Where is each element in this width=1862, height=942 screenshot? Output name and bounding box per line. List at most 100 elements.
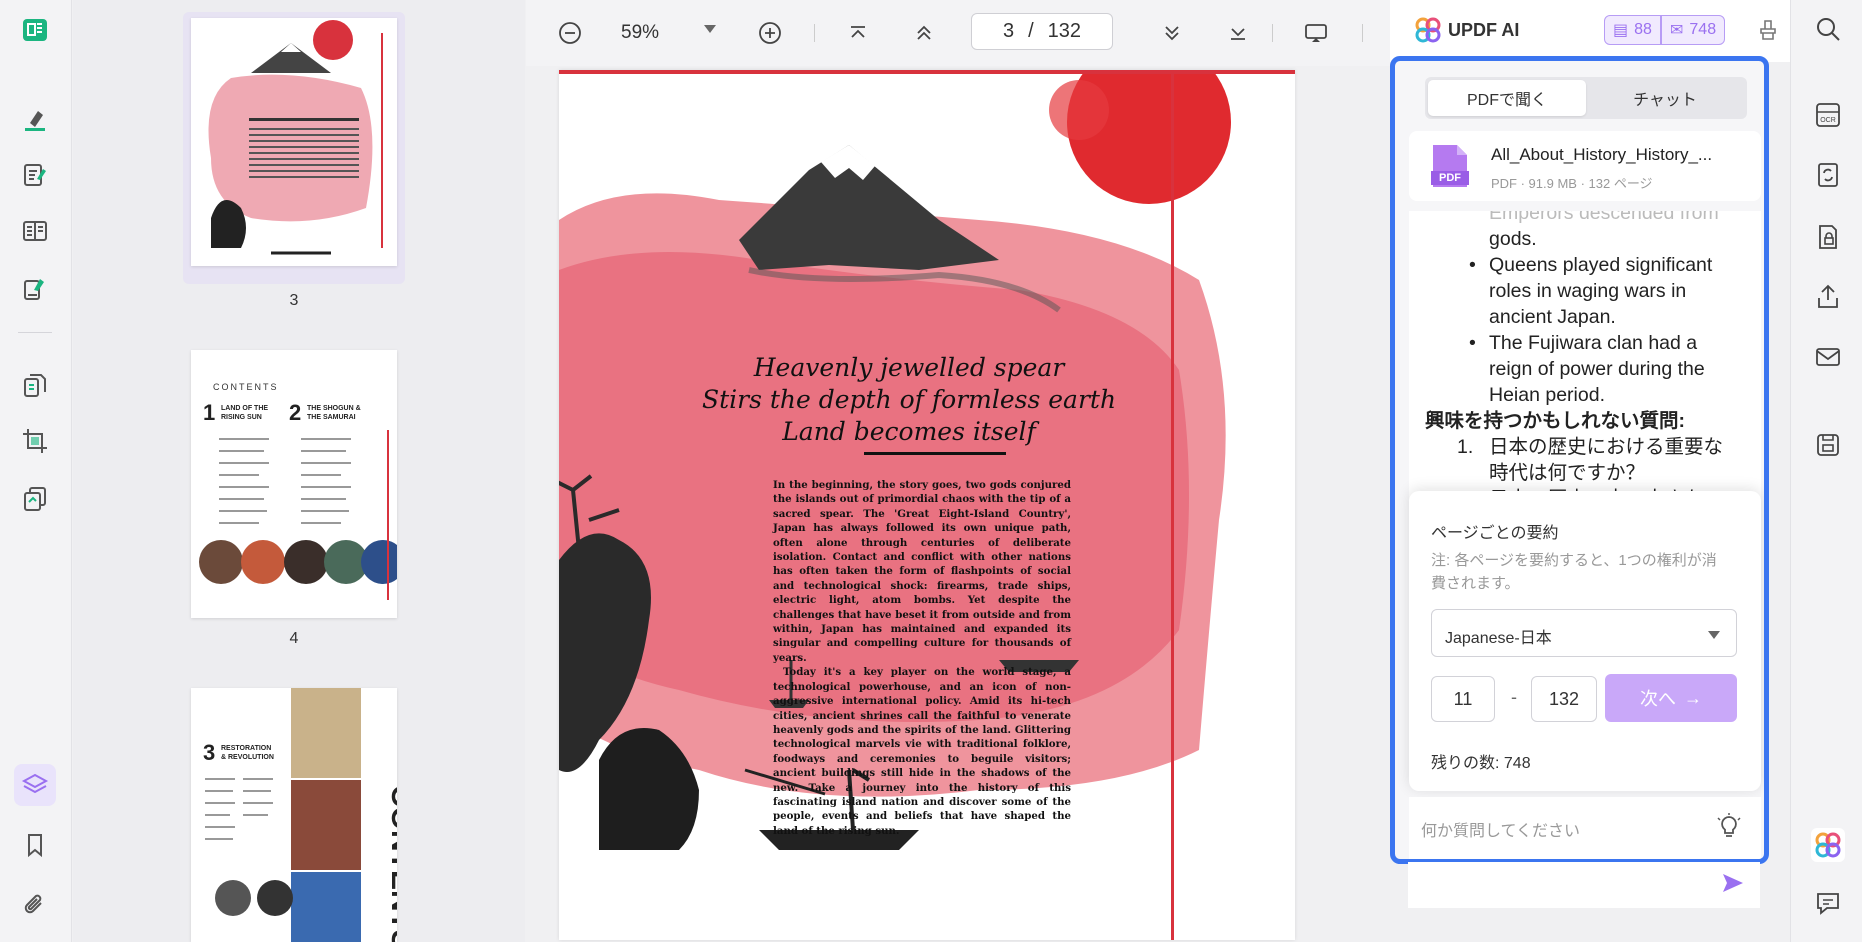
summary-title: ページごとの要約 [1431,525,1559,542]
save-icon[interactable] [1813,430,1843,460]
arrow-right-icon: → [1684,687,1702,708]
zoom-level[interactable]: 59% [621,22,659,44]
zoom-out-icon[interactable] [556,19,584,47]
chat-credits-badge[interactable]: ✉ 748 [1661,15,1726,45]
chat-bullet: gods. [1489,228,1537,250]
sign-icon[interactable] [14,268,56,310]
left-tool-rail [0,0,72,942]
protect-icon[interactable] [1813,222,1843,252]
page-summary-card: ページごとの要約 注: 各ページを要約すると、1つの権利が消費されます。 Jap… [1409,491,1761,791]
clear-chat-icon[interactable] [1756,18,1780,42]
updf-ai-icon[interactable] [1811,828,1845,862]
share-icon[interactable] [1813,282,1843,312]
layers-icon[interactable] [14,764,56,806]
zoom-dropdown-icon[interactable] [704,25,716,33]
tab-ask-pdf[interactable]: PDFで聞く [1428,80,1586,116]
crop-icon[interactable] [14,420,56,462]
file-name: All_About_History_History_... [1491,145,1713,164]
next-button[interactable]: 次へ → [1605,674,1737,722]
page-range-to-input[interactable]: 132 [1531,676,1597,722]
chat-bullet: • Queens played significant roles in wag… [1469,254,1713,328]
svg-text:OCR: OCR [1820,117,1836,124]
page-separator: / [1028,20,1034,42]
range-dash: - [1511,687,1517,707]
bookmark-icon[interactable] [14,824,56,866]
page-body-text: In the beginning, the story goes, two go… [773,478,1071,838]
doc-credit-icon: ▤ [1613,22,1629,39]
ai-header: UPDF AI ▤ 88 ✉ 748 [1390,0,1810,62]
pdf-page[interactable]: Heavenly jewelled spear Stirs the depth … [559,70,1295,940]
email-icon[interactable] [1813,342,1843,372]
chevron-down-icon [1708,631,1720,639]
pdf-file-icon-label: PDF [1439,172,1461,184]
search-icon[interactable] [1813,14,1843,44]
edit-text-icon[interactable] [14,154,56,196]
language-value: Japanese-日本 [1445,630,1552,647]
highlight-tool-icon[interactable] [14,98,56,140]
bullet-dot: • [1469,254,1476,276]
thumbnail-section-num: 1 [203,400,216,425]
body-paragraph: In the beginning, the story goes, two go… [773,479,1071,664]
pdf-file-icon: PDF [1431,143,1469,189]
presentation-icon[interactable] [1302,19,1330,47]
chat-bullet: • The Fujiwara clan had a reign of power… [1469,332,1705,406]
convert-icon[interactable] [14,478,56,520]
thumbnail-page-5[interactable]: 3 RESTORATION & REVOLUTION CONTENTS [191,688,397,942]
send-icon[interactable] [1720,870,1746,896]
ask-input[interactable]: 何か質問してください [1409,797,1761,859]
language-select[interactable]: Japanese-日本 [1431,609,1737,657]
next-page-icon[interactable] [1158,19,1186,47]
bullet-dot: • [1469,332,1476,354]
document-canvas[interactable]: Heavenly jewelled spear Stirs the depth … [526,66,1390,942]
page-title-line: Land becomes itself [782,417,1036,446]
last-page-icon[interactable] [1224,19,1252,47]
current-page: 3 [1002,20,1015,42]
suggested-question[interactable]: 1. 日本の歴史における重要な 時代は何ですか？ [1409,434,1761,486]
forms-icon[interactable] [14,210,56,252]
thumbnail-section-title: THE SHOGUN & THE SAMURAI [307,405,361,421]
toolbar-divider [1362,24,1363,42]
ai-assistant-panel: PDFで聞く チャット PDF All_About_History_Histor… [1390,56,1769,864]
organize-pages-icon[interactable] [14,364,56,406]
toolbar-divider [814,24,815,42]
first-page-icon[interactable] [844,19,872,47]
page-title-line: Heavenly jewelled spear [753,353,1065,382]
thumbnail-page-number: 3 [289,292,299,309]
attachment-icon[interactable] [14,884,56,926]
chat-credits-count: 748 [1689,21,1717,38]
thumbnail-page-3[interactable] [191,18,397,266]
chat-credit-icon: ✉ [1670,22,1684,39]
zoom-in-icon[interactable] [756,19,784,47]
previous-page-icon[interactable] [910,19,938,47]
composer-footer [1408,862,1760,908]
title-underline [864,452,1006,455]
total-pages: 132 [1047,20,1082,42]
document-toolbar: 59% 3 / 132 [526,0,1390,66]
page-number-input[interactable]: 3 / 132 [971,13,1113,50]
thumbnail-page-number: 4 [289,630,299,647]
file-card[interactable]: PDF All_About_History_History_... PDF · … [1409,131,1761,201]
summary-note: 注: 各ページを要約すると、1つの権利が消費されます。 [1431,552,1717,592]
comment-icon[interactable] [1813,888,1843,918]
right-tool-rail: OCR [1790,0,1862,942]
ai-title: UPDF AI [1448,20,1520,40]
page-title-line: Stirs the depth of formless earth [701,385,1117,414]
next-label: 次へ [1640,689,1676,709]
page-range-from-input[interactable]: 11 [1431,676,1495,722]
convert-icon[interactable] [1813,160,1843,190]
reader-icon[interactable] [14,9,56,51]
app-window: 3 CONTENTS 1 LAND OF THE RISING SUN 2 TH… [0,0,1862,942]
toolbar-divider [1272,24,1273,42]
thumbnail-section-num: 2 [289,400,302,425]
thumbnail-panel[interactable]: 3 CONTENTS 1 LAND OF THE RISING SUN 2 TH… [73,0,525,942]
tab-chat[interactable]: チャット [1586,80,1744,116]
doc-credits-badge[interactable]: ▤ 88 [1604,15,1661,45]
suggested-questions-heading: 興味を持つかもしれない質問: [1425,410,1685,432]
thumbnail-page-4[interactable]: CONTENTS 1 LAND OF THE RISING SUN 2 THE … [191,350,397,618]
rail-divider [18,332,52,333]
thumbnail-contents-label: CONTENTS [213,382,279,392]
lightbulb-icon[interactable] [1715,813,1743,841]
ocr-icon[interactable]: OCR [1813,100,1843,130]
page-title: Heavenly jewelled spear Stirs the depth … [689,352,1129,448]
doc-credits-count: 88 [1634,21,1652,38]
